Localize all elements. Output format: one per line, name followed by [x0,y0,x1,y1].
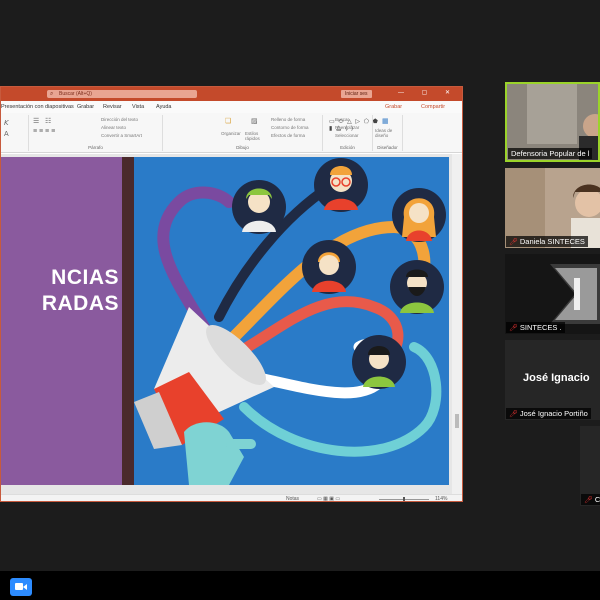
zoom-slider-knob[interactable] [403,497,405,501]
select-button[interactable]: Seleccionar [335,133,359,138]
ribbon: 𝘒 A ☰ ☷ ≡ ≡ ≡ ≡ Dirección del texto Alin… [1,113,462,153]
slide-title-line-2: RADAS [41,292,119,315]
view-buttons[interactable]: ▭ ▦ ▣ ▭ [317,496,340,501]
grabar-button[interactable]: Grabar [385,104,402,110]
mic-muted-icon: 🎤︎ [509,411,518,418]
menu-item-revisar[interactable]: Revisar [103,104,122,110]
arrange-button[interactable]: Organizar [221,131,241,136]
current-slide[interactable]: NCIAS RADAS [1,157,449,485]
slide-title: NCIAS RADAS [1,265,119,317]
search-placeholder: Buscar (Alt+Q) [59,91,92,97]
zoom-meeting-screen: ⌕ Buscar (Alt+Q) Iniciar ses — ▢ ✕ Prese… [0,0,600,600]
menu-item-presentacion[interactable]: Presentación con diapositivas [1,104,74,110]
menu-item-vista[interactable]: Vista [132,104,144,110]
participant-name: Defensoria Popular de l [508,148,593,159]
numbering-icon[interactable]: ☷ [45,117,51,125]
slide-purple-panel [1,157,122,485]
slide-editing-area: NCIAS RADAS [1,154,462,494]
window-controls[interactable]: — ▢ ✕ [398,89,458,96]
participant-name: 🎤︎ José Ignacio Portiño [506,408,591,419]
smartart-button[interactable]: Convertir a SmartArt [101,133,142,138]
sign-in-button[interactable]: Iniciar ses [341,90,372,98]
quick-styles-button[interactable]: Estilos rápidos [245,131,267,141]
notes-button[interactable]: Notas [286,496,299,501]
avatar-orange-hair [392,188,446,242]
menu-item-ayuda[interactable]: Ayuda [156,104,172,110]
align-icons[interactable]: ≡ ≡ ≡ ≡ [33,128,55,135]
search-icon: ⌕ [50,91,54,97]
title-bar: ⌕ Buscar (Alt+Q) Iniciar ses — ▢ ✕ [1,87,462,101]
taskbar [0,571,600,600]
avatar-glasses [314,158,368,212]
participant-name: 🎤︎ Daniela SINTECES [506,236,588,247]
paragraph-group-label: Párrafo [88,145,103,150]
participant-name: 🎤︎ SINTECES . [506,322,565,333]
find-button[interactable]: Buscar [335,117,349,122]
share-button[interactable]: Compartir [421,104,445,110]
ribbon-group-paragraph: ☰ ☷ ≡ ≡ ≡ ≡ Dirección del texto Alinear … [29,115,163,151]
editing-group-label: Edición [340,145,355,150]
arrange-icon[interactable]: ❏ [225,117,231,125]
designer-group-label: Diseñador [377,145,398,150]
zoom-level: 114% [435,496,448,502]
megaphone-illustration [134,158,446,485]
mic-muted-icon: 🎤︎ [509,239,518,246]
mic-muted-icon: 🎤︎ [509,325,518,332]
search-input[interactable]: ⌕ Buscar (Alt+Q) [47,90,197,98]
ribbon-group-drawing: ▭ ⬭ △ ▷ ⬠ ⬟ ▮ ⧋ ⟨ ⟩ ❏ Organizar ▨ Estilo… [163,115,378,151]
participant-tile-daniela[interactable]: 🎤︎ Daniela SINTECES [505,168,600,248]
bullets-icon[interactable]: ☰ [33,117,39,125]
menu-bar: Presentación con diapositivas Grabar Rev… [1,101,462,113]
mic-muted-icon: 🎤︎ [584,497,593,504]
ribbon-group-designer: ▦ Ideas de diseño Diseñador [373,115,403,151]
align-text-button[interactable]: Alinear texto [101,125,126,130]
design-ideas-icon[interactable]: ▦ [382,117,389,125]
zoom-app-icon[interactable] [10,578,32,596]
menu-item-grabar[interactable]: Grabar [77,104,94,110]
font-color-icon[interactable]: A [4,131,9,138]
text-direction-button[interactable]: Dirección del texto [101,117,138,122]
slide-title-line-1: NCIAS [51,266,119,289]
drawing-group-label: Dibujo [236,145,249,150]
participant-tile-jose[interactable]: José Ignacio 🎤︎ José Ignacio Portiño [505,340,600,420]
avatar-dark-hair [352,335,406,389]
avatar-beard [390,260,444,314]
avatar-green-hair [232,180,286,234]
teal-stream [239,342,442,457]
participant-tile-sinteces[interactable]: 🎤︎ SINTECES . [505,254,600,334]
hand-icon [184,422,256,485]
participant-tile-defensoria[interactable]: Defensoria Popular de l [505,82,600,162]
quick-styles-icon[interactable]: ▨ [251,117,258,125]
ribbon-group-editing: Buscar Reemplazar Seleccionar Edición [323,115,373,151]
slide-divider-strip [122,157,134,485]
status-bar: Notas ▭ ▦ ▣ ▭ 114% [1,494,462,502]
shape-outline-button[interactable]: Contorno de forma [271,125,309,130]
scrollbar-thumb[interactable] [455,414,459,428]
ribbon-group-font-tail: 𝘒 A [1,115,29,151]
shape-fill-button[interactable]: Relleno de forma [271,117,305,122]
participant-tile-partial[interactable]: 🎤︎ C [580,426,600,506]
participant-name: 🎤︎ C [581,494,600,505]
replace-button[interactable]: Reemplazar [335,125,359,130]
shape-effects-button[interactable]: Efectos de forma [271,133,305,138]
avatar-red-shirt [302,240,356,294]
italic-icon[interactable]: 𝘒 [4,119,9,127]
design-ideas-button[interactable]: Ideas de diseño [375,128,402,138]
vertical-scrollbar[interactable] [452,154,462,494]
shared-powerpoint-window: ⌕ Buscar (Alt+Q) Iniciar ses — ▢ ✕ Prese… [0,86,463,502]
participant-display-name: José Ignacio [523,372,590,384]
